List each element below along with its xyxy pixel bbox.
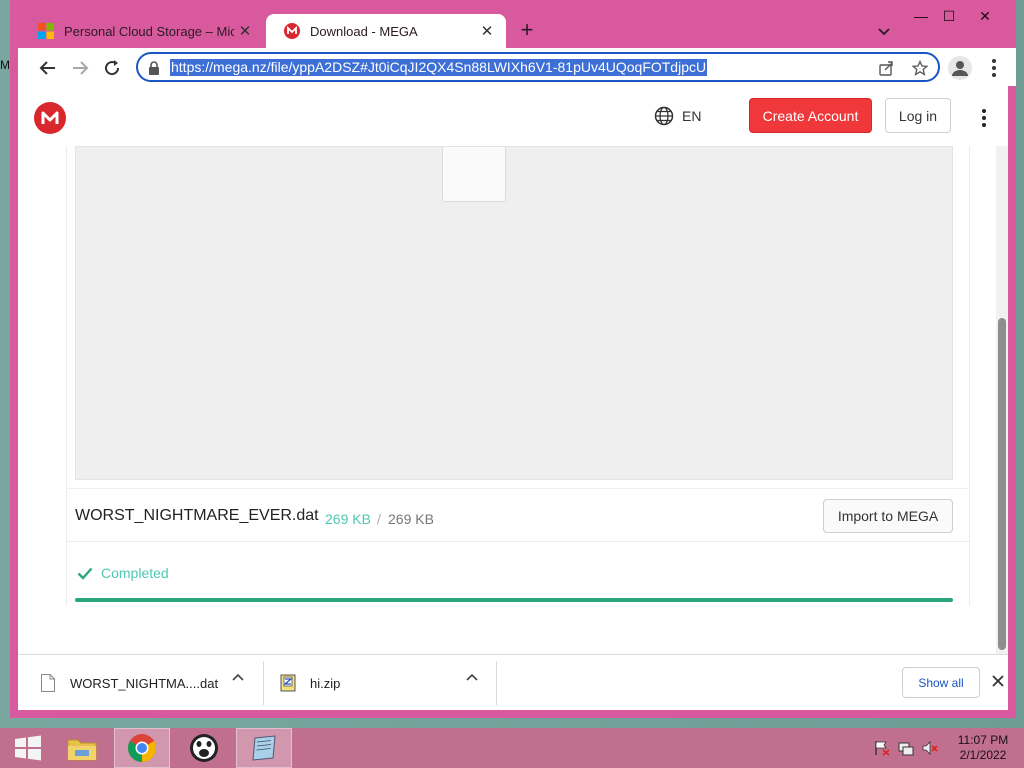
microsoft-icon xyxy=(38,23,54,39)
file-name: WORST_NIGHTMARE_EVER.dat xyxy=(75,507,319,524)
reload-button[interactable] xyxy=(100,56,124,80)
screaming-face-icon xyxy=(190,734,218,762)
network-icon[interactable] xyxy=(898,740,914,756)
tab-personal-cloud-storage[interactable]: Personal Cloud Storage – Micros ✕ xyxy=(20,14,264,48)
file-icon xyxy=(41,674,55,692)
taskbar: 11:07 PM 2/1/2022 xyxy=(0,728,1024,768)
folder-icon xyxy=(67,739,97,761)
page-menu-icon[interactable] xyxy=(976,108,992,128)
page-scrollbar[interactable] xyxy=(996,146,1008,654)
shelf-divider xyxy=(263,661,264,705)
download-item-name: WORST_NIGHTMA....dat xyxy=(70,675,219,691)
system-clock[interactable]: 11:07 PM 2/1/2022 xyxy=(952,733,1014,763)
mega-icon xyxy=(284,23,300,39)
back-arrow-icon xyxy=(39,61,55,75)
mega-m-icon xyxy=(41,111,59,124)
back-button[interactable] xyxy=(36,56,60,80)
person-icon xyxy=(952,61,968,76)
title-bar: Personal Cloud Storage – Micros ✕ Downlo… xyxy=(10,0,1016,48)
web-page: EN Create Account Log in WORST_NIGHTMARE… xyxy=(18,86,1008,654)
chevron-up-icon[interactable] xyxy=(464,669,480,685)
import-to-mega-button[interactable]: Import to MEGA xyxy=(823,499,953,533)
app-taskbar-button[interactable] xyxy=(176,728,232,768)
tab-title: Personal Cloud Storage – Micros xyxy=(64,23,234,39)
profile-avatar[interactable] xyxy=(948,56,972,80)
windows-logo-icon xyxy=(15,735,41,761)
download-card: WORST_NIGHTMARE_EVER.dat 269 KB / 269 KB… xyxy=(66,146,971,606)
file-explorer-button[interactable] xyxy=(54,728,110,768)
tab-search-chevron-icon[interactable] xyxy=(874,21,894,41)
create-account-button[interactable]: Create Account xyxy=(749,98,872,133)
tab-close-icon[interactable]: ✕ xyxy=(476,22,498,40)
clock-time: 11:07 PM xyxy=(957,733,1009,747)
app-taskbar-button-2[interactable] xyxy=(236,728,292,768)
notepad-icon xyxy=(252,735,276,761)
tab-title: Download - MEGA xyxy=(310,23,418,39)
new-tab-button[interactable]: + xyxy=(514,17,540,43)
clock-date: 2/1/2022 xyxy=(959,748,1007,762)
language-label: EN xyxy=(682,108,702,124)
shelf-divider xyxy=(496,661,497,705)
browser-toolbar: https://mega.nz/file/yppA2DSZ#Jt0iCqJI2Q… xyxy=(18,48,1016,86)
chevron-up-icon[interactable] xyxy=(230,669,246,685)
close-window-button[interactable]: ✕ xyxy=(970,6,1000,26)
desktop-icon-fragment: M xyxy=(0,58,10,72)
file-info-row: WORST_NIGHTMARE_EVER.dat 269 KB / 269 KB… xyxy=(67,488,971,542)
minimize-button[interactable]: — xyxy=(906,6,936,26)
volume-muted-icon[interactable] xyxy=(922,740,938,756)
browser-window: Personal Cloud Storage – Micros ✕ Downlo… xyxy=(10,0,1016,718)
download-item-hi-zip[interactable]: hi.zip xyxy=(280,661,340,705)
scrollbar-thumb[interactable] xyxy=(998,318,1006,650)
total-size: 269 KB xyxy=(388,511,434,527)
chrome-icon xyxy=(128,734,156,762)
bookmark-star-icon[interactable] xyxy=(912,60,928,76)
show-all-button[interactable]: Show all xyxy=(902,667,980,698)
login-button[interactable]: Log in xyxy=(885,98,951,133)
zip-icon xyxy=(280,674,296,692)
lock-icon xyxy=(149,61,159,75)
language-selector[interactable]: EN xyxy=(654,106,701,126)
forward-button[interactable] xyxy=(68,56,92,80)
forward-arrow-icon xyxy=(73,61,89,75)
start-button[interactable] xyxy=(0,728,56,768)
address-bar[interactable]: https://mega.nz/file/yppA2DSZ#Jt0iCqJI2Q… xyxy=(136,52,940,82)
progress-bar-fill xyxy=(75,598,953,602)
url-text[interactable]: https://mega.nz/file/yppA2DSZ#Jt0iCqJI2Q… xyxy=(170,59,708,76)
check-icon xyxy=(77,567,93,580)
download-status-row: Completed xyxy=(67,550,971,590)
chrome-taskbar-button[interactable] xyxy=(114,728,170,768)
browser-menu-icon[interactable] xyxy=(984,56,1004,80)
download-item-worst-nightmare[interactable]: WORST_NIGHTMA....dat xyxy=(40,661,218,705)
reload-icon xyxy=(105,60,120,76)
close-icon[interactable] xyxy=(990,673,1006,689)
share-icon[interactable] xyxy=(878,60,894,76)
file-preview-area xyxy=(75,146,953,480)
download-item-name: hi.zip xyxy=(310,675,341,691)
tab-download-mega[interactable]: Download - MEGA ✕ xyxy=(266,14,506,48)
action-center-flag-icon[interactable] xyxy=(874,740,890,756)
file-thumbnail xyxy=(442,147,506,202)
globe-icon xyxy=(654,106,674,126)
downloaded-size: 269 KB xyxy=(325,511,371,527)
mega-logo[interactable] xyxy=(34,102,66,134)
maximize-button[interactable]: ☐ xyxy=(934,6,964,26)
progress-bar xyxy=(75,598,953,602)
tab-close-icon[interactable]: ✕ xyxy=(234,22,256,40)
download-shelf: WORST_NIGHTMA....dat hi.zip Show all xyxy=(18,654,1008,710)
size-separator: / xyxy=(377,511,381,527)
status-text: Completed xyxy=(101,565,169,581)
